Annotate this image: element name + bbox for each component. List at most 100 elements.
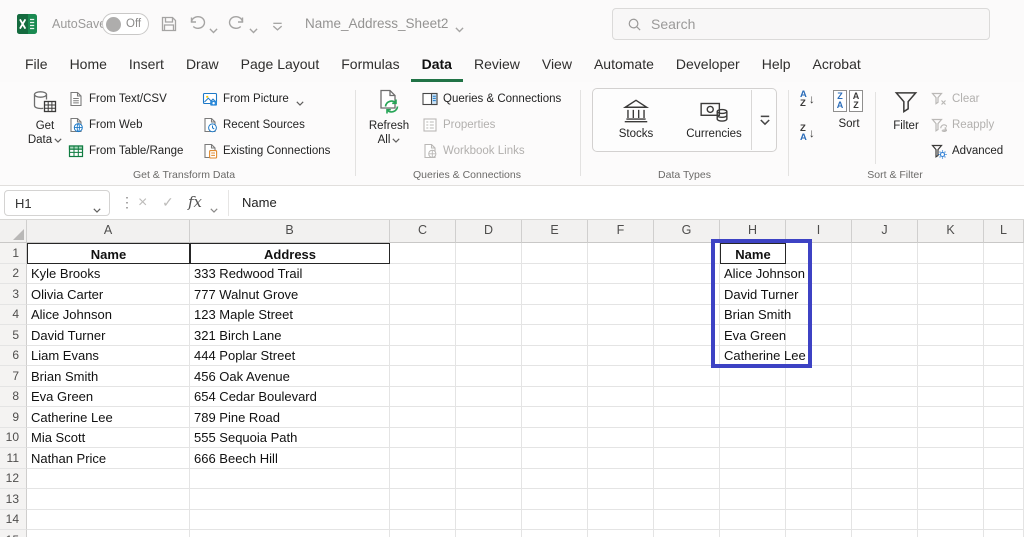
cell-A11[interactable]: Nathan Price [27,448,190,469]
cell-D5[interactable] [456,325,522,346]
cell-H8[interactable] [720,386,786,407]
undo-dropdown-chevron-icon[interactable] [209,21,218,34]
row-header-12[interactable]: 12 [0,468,27,489]
column-header-D[interactable]: D [456,220,522,243]
cell-A15[interactable] [27,530,190,537]
cell-A8[interactable]: Eva Green [27,386,190,407]
cell-I12[interactable] [786,468,852,489]
cell-F15[interactable] [588,530,654,537]
cell-J8[interactable] [852,386,918,407]
cell-G6[interactable] [654,345,720,366]
refresh-all-button[interactable]: Refresh All [364,87,414,147]
cell-C13[interactable] [390,489,456,510]
cell-D7[interactable] [456,366,522,387]
cell-G5[interactable] [654,325,720,346]
tab-acrobat[interactable]: Acrobat [802,48,872,82]
formula-bar-dots-icon[interactable]: ⋮ [120,194,134,211]
cell-C7[interactable] [390,366,456,387]
fx-chevron-icon[interactable] [210,200,218,213]
recent-sources-button[interactable]: Recent Sources [202,114,305,136]
cell-B8[interactable]: 654 Cedar Boulevard [190,386,390,407]
cell-J13[interactable] [852,489,918,510]
cell-B11[interactable]: 666 Beech Hill [190,448,390,469]
cell-H2[interactable]: Alice Johnson [720,263,805,284]
cell-K3[interactable] [918,284,984,305]
cell-L3[interactable] [984,284,1024,305]
cell-D2[interactable] [456,263,522,284]
column-header-C[interactable]: C [390,220,456,243]
row-header-8[interactable]: 8 [0,386,27,407]
cell-G4[interactable] [654,304,720,325]
cell-G11[interactable] [654,448,720,469]
search-input[interactable] [651,16,951,32]
cell-K6[interactable] [918,345,984,366]
cell-C12[interactable] [390,468,456,489]
cell-J10[interactable] [852,427,918,448]
cell-K7[interactable] [918,366,984,387]
from-picture-button[interactable]: From Picture [202,88,304,110]
cell-L1[interactable] [984,243,1024,264]
cell-E6[interactable] [522,345,588,366]
cell-E3[interactable] [522,284,588,305]
cell-J11[interactable] [852,448,918,469]
cell-I9[interactable] [786,407,852,428]
cell-I11[interactable] [786,448,852,469]
cell-A9[interactable]: Catherine Lee [27,407,190,428]
tab-draw[interactable]: Draw [175,48,230,82]
select-all-button[interactable] [0,220,27,243]
cell-A14[interactable] [27,509,190,530]
cell-L8[interactable] [984,386,1024,407]
column-header-L[interactable]: L [984,220,1024,243]
cell-K5[interactable] [918,325,984,346]
cell-F9[interactable] [588,407,654,428]
cell-K13[interactable] [918,489,984,510]
cell-L6[interactable] [984,345,1024,366]
cell-K1[interactable] [918,243,984,264]
name-box[interactable]: H1 [4,190,110,216]
cell-I5[interactable] [786,325,852,346]
row-header-3[interactable]: 3 [0,284,27,305]
tab-file[interactable]: File [14,48,59,82]
cell-K12[interactable] [918,468,984,489]
cell-H4[interactable]: Brian Smith [720,304,791,325]
more-commands-icon[interactable] [272,19,283,31]
cell-E1[interactable] [522,243,588,264]
cell-J14[interactable] [852,509,918,530]
cell-E7[interactable] [522,366,588,387]
cell-D3[interactable] [456,284,522,305]
cell-F3[interactable] [588,284,654,305]
cell-A4[interactable]: Alice Johnson [27,304,190,325]
get-data-button[interactable]: Get Data [20,87,70,147]
cell-L11[interactable] [984,448,1024,469]
cell-I8[interactable] [786,386,852,407]
cell-G8[interactable] [654,386,720,407]
cell-D9[interactable] [456,407,522,428]
row-header-2[interactable]: 2 [0,263,27,284]
cell-C1[interactable] [390,243,456,264]
row-header-5[interactable]: 5 [0,325,27,346]
cell-L4[interactable] [984,304,1024,325]
cell-L2[interactable] [984,263,1024,284]
cell-K11[interactable] [918,448,984,469]
cell-H11[interactable] [720,448,786,469]
cell-C11[interactable] [390,448,456,469]
cell-A12[interactable] [27,468,190,489]
cell-L14[interactable] [984,509,1024,530]
cell-E5[interactable] [522,325,588,346]
column-header-I[interactable]: I [786,220,852,243]
cell-F4[interactable] [588,304,654,325]
cell-D12[interactable] [456,468,522,489]
cell-A2[interactable]: Kyle Brooks [27,263,190,284]
tab-developer[interactable]: Developer [665,48,751,82]
save-button[interactable] [160,15,178,33]
row-header-6[interactable]: 6 [0,345,27,366]
cell-D10[interactable] [456,427,522,448]
cell-I14[interactable] [786,509,852,530]
cell-E8[interactable] [522,386,588,407]
cell-B4[interactable]: 123 Maple Street [190,304,390,325]
cell-L15[interactable] [984,530,1024,537]
cell-D14[interactable] [456,509,522,530]
workbook-links-button[interactable]: Workbook Links [422,140,525,162]
cell-A7[interactable]: Brian Smith [27,366,190,387]
cell-L7[interactable] [984,366,1024,387]
